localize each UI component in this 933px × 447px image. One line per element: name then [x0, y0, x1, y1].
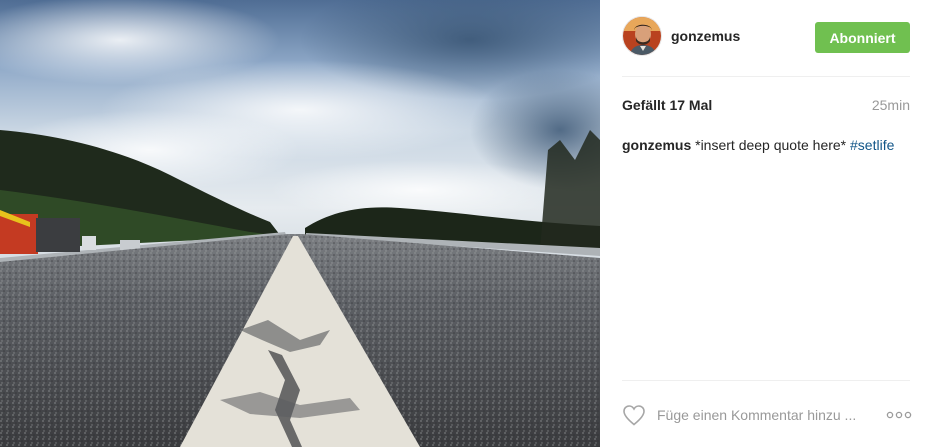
ellipsis-icon[interactable] [886, 402, 912, 426]
caption-text: *insert deep quote here* [695, 137, 847, 153]
footer-divider [622, 380, 910, 381]
post-header: gonzemus Abonniert [622, 16, 910, 58]
caption-username[interactable]: gonzemus [622, 137, 691, 153]
comment-input[interactable] [657, 404, 872, 426]
header-divider [622, 76, 910, 77]
following-button[interactable]: Abonniert [815, 22, 910, 53]
post-timestamp[interactable]: 25min [872, 97, 910, 113]
post-caption: gonzemus *insert deep quote here* #setli… [622, 136, 912, 154]
post-side-panel: gonzemus Abonniert Gefällt 17 Mal 25min … [600, 0, 933, 447]
caption-hashtag[interactable]: #setlife [850, 137, 894, 153]
like-count[interactable]: Gefällt 17 Mal [622, 97, 712, 113]
road-photo-image [0, 0, 600, 447]
avatar[interactable] [622, 16, 662, 56]
post-author-username[interactable]: gonzemus [671, 28, 740, 44]
post-photo[interactable] [0, 0, 600, 447]
heart-icon[interactable] [622, 404, 646, 426]
comment-bar [622, 400, 912, 430]
avatar-image [623, 17, 661, 55]
